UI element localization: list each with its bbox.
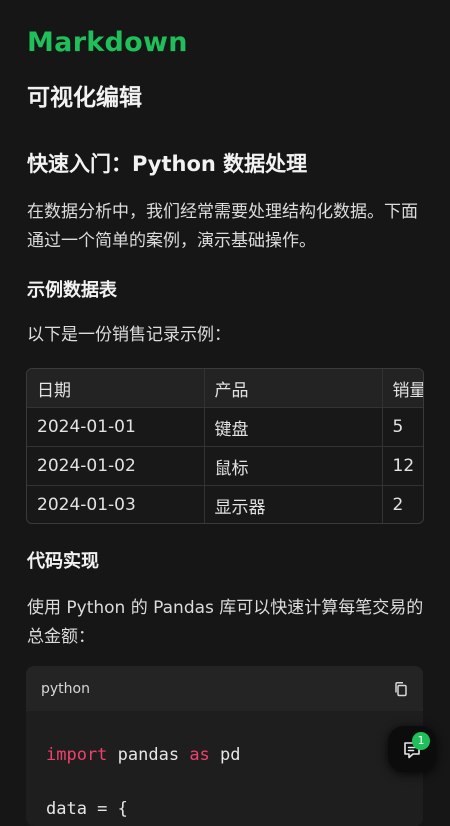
markdown-editor-page: Markdown 可视化编辑 快速入门：Python 数据处理 在数据分析中，我…: [0, 0, 450, 826]
table-cell: 鼠标: [204, 446, 383, 486]
table-row: 2024-01-03 显示器 2: [27, 485, 423, 523]
code-language-label: python: [41, 681, 90, 697]
code-block: python import pandas as pd data = {: [26, 666, 423, 826]
section-heading-code: 代码实现: [27, 551, 99, 572]
table-cell: 键盘: [204, 407, 383, 447]
table-cell: 5: [382, 407, 423, 447]
table-cell: 显示器: [204, 485, 383, 523]
intro-paragraph: 在数据分析中，我们经常需要处理结构化数据。下面通过一个简单的案例，演示基础操作。: [27, 202, 418, 251]
app-tagline: 可视化编辑: [27, 85, 142, 111]
code-line: import pandas as pd: [46, 745, 241, 765]
section-text-code: 使用 Python 的 Pandas 库可以快速计算每笔交易的总金额：: [27, 598, 424, 647]
chat-fab-button[interactable]: 1: [388, 726, 436, 772]
article-title: 快速入门：Python 数据处理: [27, 152, 308, 176]
app-brand: Markdown: [27, 27, 188, 58]
table-cell: 2: [382, 485, 423, 523]
table-cell: 2024-01-03: [27, 485, 205, 523]
table-header-cell: 销量: [382, 369, 423, 408]
sales-table: 日期 产品 销量 2024-01-01 键盘 5 2024-01-02 鼠标 1…: [27, 369, 423, 523]
table-cell: 2024-01-02: [27, 446, 205, 486]
code-line: data = {: [46, 799, 128, 819]
code-block-header: python: [26, 666, 423, 711]
data-table-container[interactable]: 日期 产品 销量 2024-01-01 键盘 5 2024-01-02 鼠标 1…: [26, 368, 424, 524]
code-keyword: as: [189, 745, 210, 765]
code-token: pandas: [107, 745, 190, 765]
table-header-cell: 日期: [27, 369, 205, 408]
code-content: import pandas as pd data = {: [46, 728, 241, 826]
section-text-sample-table: 以下是一份销售记录示例：: [27, 325, 231, 345]
table-cell: 12: [382, 446, 423, 486]
table-row: 2024-01-02 鼠标 12: [27, 446, 423, 486]
code-keyword: import: [46, 745, 108, 765]
table-header-cell: 产品: [204, 369, 383, 408]
section-heading-sample-table: 示例数据表: [27, 280, 117, 301]
notification-badge: 1: [412, 732, 430, 750]
code-token: pd: [209, 745, 241, 765]
copy-icon[interactable]: [393, 681, 409, 697]
table-cell: 2024-01-01: [27, 407, 205, 447]
table-header-row: 日期 产品 销量: [27, 369, 423, 408]
table-row: 2024-01-01 键盘 5: [27, 407, 423, 447]
